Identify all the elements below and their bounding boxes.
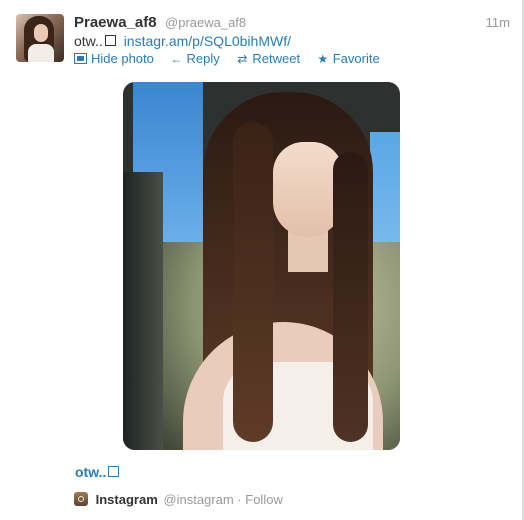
avatar-face: [34, 24, 48, 42]
unsupported-glyph-box: [108, 466, 120, 477]
photo-caption-text: otw..: [75, 464, 107, 480]
photo-hair-left: [233, 122, 273, 442]
hide-photo-label: Hide photo: [91, 51, 154, 66]
photo-icon: [74, 53, 87, 64]
reply-arrow-icon: ←: [170, 52, 183, 66]
photo-car-door: [123, 172, 163, 450]
avatar-clothing: [28, 44, 54, 62]
tweet-header: Praewa_af8 @praewa_af8 11m: [74, 14, 510, 34]
retweet-button[interactable]: ⇄ Retweet: [235, 51, 300, 66]
source-separator: ·: [237, 492, 242, 507]
tweet-text: otw.. instagr.am/p/SQL0bihMWf/: [74, 33, 291, 49]
star-icon: ★: [317, 52, 329, 66]
tweet: Praewa_af8 @praewa_af8 11m otw.. instagr…: [0, 0, 524, 520]
tweet-actions: Hide photo ← Reply ⇄ Retweet ★ Favorite: [74, 51, 392, 66]
photo-caption[interactable]: otw..: [75, 464, 120, 480]
photo-source: Instagram @instagram · Follow: [74, 492, 283, 507]
photo-sky-right: [370, 132, 400, 242]
user-handle[interactable]: @praewa_af8: [165, 15, 246, 30]
user-fullname[interactable]: Praewa_af8: [74, 14, 157, 31]
hide-photo-button[interactable]: Hide photo: [74, 51, 154, 66]
source-name[interactable]: Instagram: [96, 492, 158, 507]
retweet-icon: ⇄: [237, 52, 248, 66]
tweet-photo[interactable]: [123, 82, 400, 450]
favorite-button[interactable]: ★ Favorite: [316, 51, 380, 66]
tweet-timestamp[interactable]: 11m: [486, 15, 510, 30]
reply-button[interactable]: ← Reply: [170, 51, 220, 66]
instagram-icon: [74, 492, 88, 506]
source-handle[interactable]: @instagram: [163, 492, 233, 507]
instagram-link[interactable]: instagr.am/p/SQL0bihMWf/: [124, 33, 291, 49]
retweet-label: Retweet: [252, 51, 301, 66]
avatar[interactable]: [16, 14, 64, 62]
follow-link[interactable]: Follow: [245, 492, 283, 507]
tweet-text-prefix: otw..: [74, 33, 103, 49]
photo-hair-right: [333, 152, 368, 442]
unsupported-glyph-box: [104, 35, 116, 46]
reply-label: Reply: [186, 51, 220, 66]
favorite-label: Favorite: [332, 51, 380, 66]
